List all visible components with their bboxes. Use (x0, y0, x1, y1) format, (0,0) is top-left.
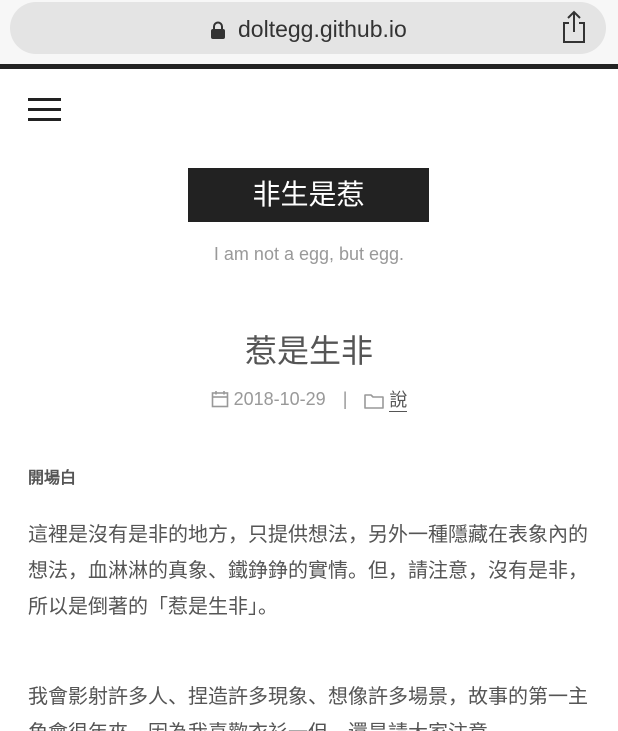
meta-separator: | (342, 388, 348, 409)
post-title: 惹是生非 (244, 332, 373, 370)
section-heading: 開場白 (28, 468, 77, 487)
post-paragraph: 我會影射許多人、捏造許多現象、想像許多場景，故事的第一主角會很年來，因為我喜歡衣… (28, 684, 588, 731)
browser-address-bar: doltegg.github.io (0, 0, 618, 64)
url-text: doltegg.github.io (238, 16, 407, 42)
post-category-group: 說 (364, 386, 408, 412)
url-field[interactable]: doltegg.github.io (10, 2, 606, 54)
post-paragraph: 這裡是沒有是非的地方，只提供想法，另外一種隱藏在表象內的想法，血淋淋的真象、鐵錚… (28, 522, 588, 618)
post-date-group: 2018-10-29 (211, 389, 326, 410)
page: doltegg.github.io 非生是惹 I am not a egg, b… (0, 0, 618, 731)
site-subtitle: I am not a egg, but egg. (213, 244, 405, 264)
hamburger-menu-icon[interactable] (28, 98, 61, 122)
folder-icon (364, 394, 385, 409)
lock-icon (211, 21, 225, 39)
site-title[interactable]: 非生是惹 (188, 168, 429, 222)
share-icon[interactable] (560, 10, 588, 44)
post-category-link[interactable]: 說 (389, 390, 408, 412)
post-meta: 2018-10-29 | 說 (0, 386, 618, 416)
header-divider (0, 64, 618, 69)
calendar-icon (211, 390, 228, 407)
post-date: 2018-10-29 (233, 388, 326, 409)
